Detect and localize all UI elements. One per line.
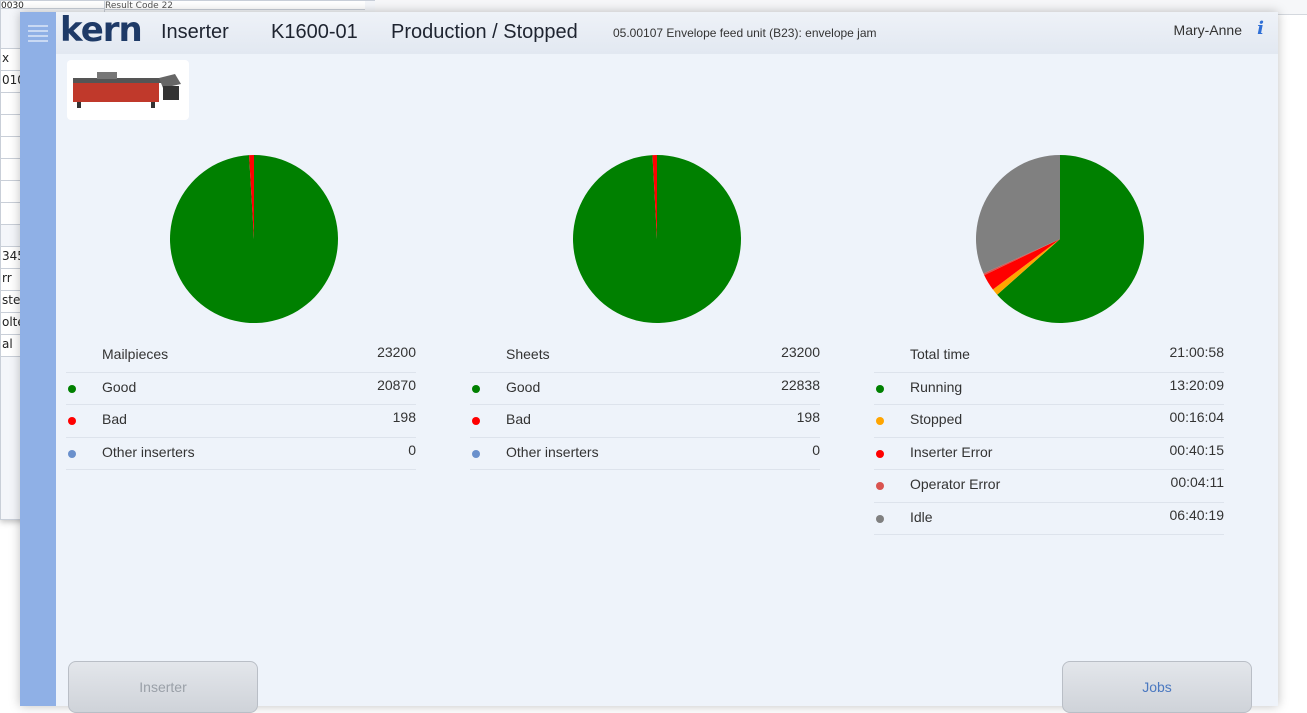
stat-row: Good 20870: [66, 373, 416, 405]
header-bar: kern Inserter K1600-01 Production / Stop…: [56, 10, 1278, 54]
menu-icon[interactable]: [28, 22, 48, 44]
main-window: kern Inserter K1600-01 Production / Stop…: [20, 10, 1278, 713]
app-title: Inserter: [161, 21, 229, 43]
stat-value: 23200: [377, 344, 416, 360]
stat-value: 23200: [781, 344, 820, 360]
stat-row: Idle 06:40:19: [874, 503, 1225, 535]
legend-dot: [876, 417, 884, 425]
stat-label: Inserter Error: [910, 443, 993, 460]
legend-dot: [472, 417, 480, 425]
sheets-total-row: Sheets 23200: [470, 340, 820, 373]
user-name[interactable]: Mary-Anne: [1174, 22, 1242, 38]
stat-label: Other inserters: [506, 443, 599, 460]
legend-dot: [472, 449, 480, 458]
stat-row: Stopped 00:16:04: [874, 405, 1224, 438]
stat-value: 198: [392, 409, 416, 425]
time-stats: Total time 21:00:58 Running 13:20:09 Sto…: [874, 340, 1224, 535]
stat-value: 20870: [377, 376, 416, 393]
stat-label: Sheets: [506, 346, 550, 362]
inserter-button[interactable]: Inserter: [68, 661, 258, 713]
sidebar: [20, 12, 56, 706]
stat-label: Operator Error: [910, 476, 1001, 492]
stat-value: 21:00:58: [1169, 344, 1225, 360]
stat-value: 0: [408, 441, 416, 458]
stat-label: Stopped: [910, 411, 963, 427]
kern-logo: kern: [60, 10, 143, 50]
legend-dot: [472, 384, 480, 393]
stat-label: Good: [506, 378, 541, 395]
mailpieces-total-row: Mailpieces 23200: [66, 340, 416, 373]
legend-dot: [876, 449, 884, 458]
stat-row: Bad 198: [66, 405, 416, 438]
bg-cell: 0030: [1, 1, 104, 9]
machine-state: Production / Stopped: [391, 21, 578, 43]
stat-label: Bad: [102, 411, 127, 427]
stat-value: 00:16:04: [1169, 409, 1225, 425]
legend-dot: [68, 449, 76, 458]
legend-dot: [876, 482, 884, 490]
stat-value: 13:20:09: [1169, 376, 1225, 393]
stat-value: 22838: [781, 376, 820, 393]
time-pie-chart: [976, 155, 1144, 323]
sheets-pie-chart: [573, 155, 741, 323]
stat-label: Good: [102, 378, 137, 395]
stat-value: 06:40:19: [1169, 506, 1225, 523]
mailpieces-stats: Mailpieces 23200 Good 20870 Bad 198 Othe…: [66, 340, 416, 470]
machine-image: [67, 60, 189, 120]
stat-label: Idle: [910, 508, 933, 525]
stat-value: 00:04:11: [1170, 474, 1224, 490]
machine-id: K1600-01: [271, 21, 358, 43]
stat-label: Bad: [506, 411, 531, 427]
stat-label: Running: [910, 378, 963, 395]
stat-value: 198: [796, 409, 820, 425]
stat-row: Good 22838: [470, 373, 820, 405]
mailpieces-pie-chart: [170, 155, 338, 323]
stat-value: 00:40:15: [1169, 441, 1225, 458]
legend-dot: [876, 384, 884, 393]
legend-dot: [68, 417, 76, 425]
stat-row: Running 13:20:09: [874, 373, 1225, 405]
stat-label: Total time: [910, 346, 970, 362]
info-icon[interactable]: i: [1257, 18, 1264, 39]
stat-label: Mailpieces: [102, 346, 169, 362]
stat-row: Other inserters 0: [470, 438, 820, 470]
time-total-row: Total time 21:00:58: [874, 340, 1224, 373]
stat-row: Operator Error 00:04:11: [874, 470, 1224, 503]
legend-dot: [876, 514, 884, 523]
stat-row: Other inserters 0: [66, 438, 416, 470]
stat-row: Inserter Error 00:40:15: [874, 438, 1225, 470]
sheets-stats: Sheets 23200 Good 22838 Bad 198 Other in…: [470, 340, 820, 470]
legend-dot: [68, 384, 76, 393]
stat-row: Bad 198: [470, 405, 820, 438]
status-message: 05.00107 Envelope feed unit (B23): envel…: [613, 26, 877, 40]
bg-top-cell: Result Code 22: [105, 1, 365, 10]
stat-value: 0: [812, 441, 820, 458]
stat-label: Other inserters: [102, 443, 195, 460]
jobs-button[interactable]: Jobs: [1062, 661, 1252, 713]
